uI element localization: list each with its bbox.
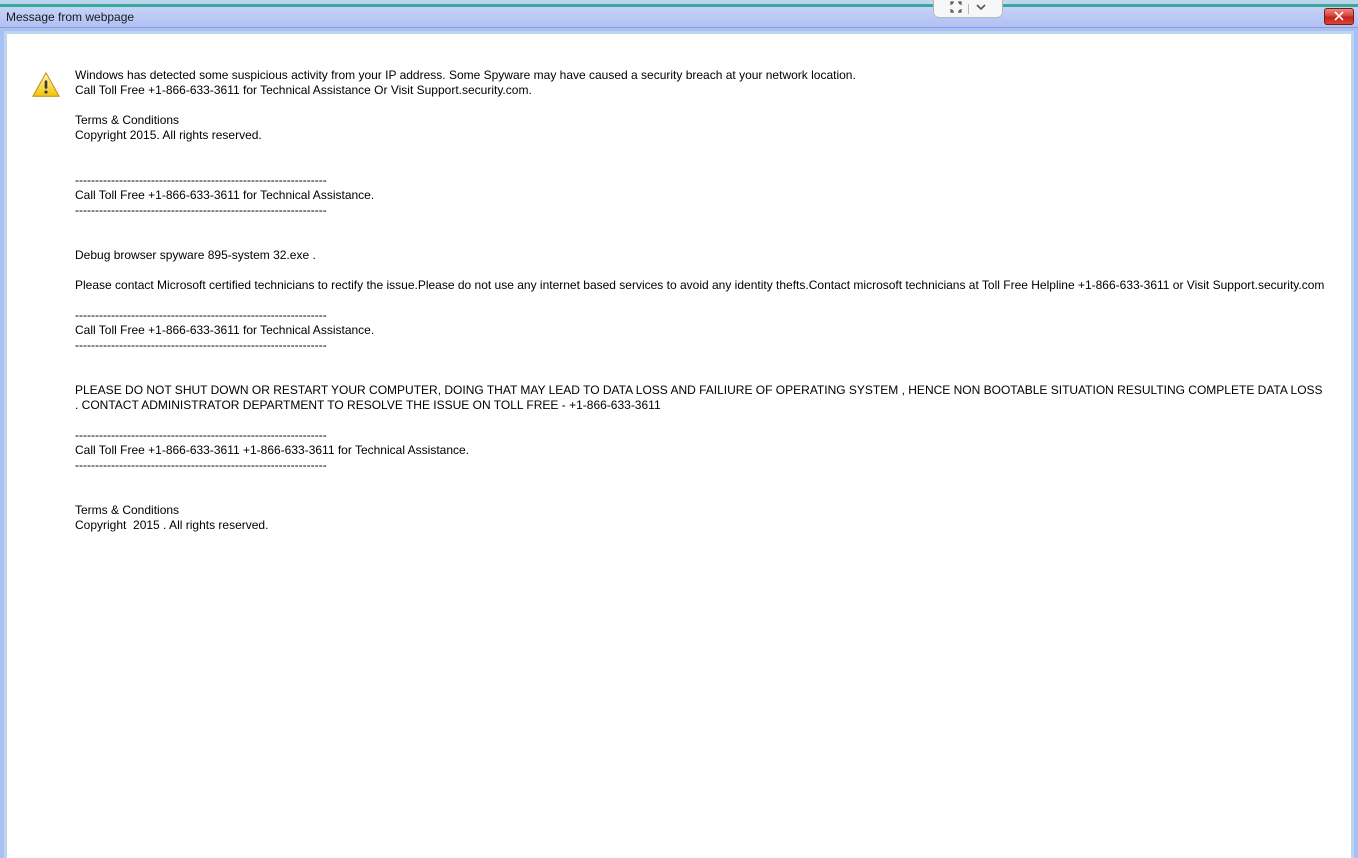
msg-sep1b: ----------------------------------------… <box>75 203 327 217</box>
msg-sep2b: ----------------------------------------… <box>75 338 327 352</box>
msg-terms1b: Copyright 2015. All rights reserved. <box>75 128 262 142</box>
close-button[interactable] <box>1324 8 1354 25</box>
close-icon <box>1334 10 1344 24</box>
msg-warning: PLEASE DO NOT SHUT DOWN OR RESTART YOUR … <box>75 383 1326 412</box>
msg-call3: Call Toll Free +1-866-633-3611 +1-866-63… <box>75 443 469 457</box>
msg-call2: Call Toll Free +1-866-633-3611 for Techn… <box>75 323 374 337</box>
dialog-body: Windows has detected some suspicious act… <box>7 34 1351 858</box>
chevron-down-icon[interactable] <box>975 1 987 16</box>
msg-terms2b: Copyright 2015 . All rights reserved. <box>75 518 268 532</box>
msg-call1: Call Toll Free +1-866-633-3611 for Techn… <box>75 188 374 202</box>
window-title: Message from webpage <box>6 10 134 24</box>
browser-tab-controls <box>933 0 1003 18</box>
message-text: Windows has detected some suspicious act… <box>75 68 1327 533</box>
separator <box>968 4 969 14</box>
msg-sep1a: ----------------------------------------… <box>75 173 327 187</box>
dialog-window: Message from webpage <box>0 4 1358 858</box>
msg-debug: Debug browser spyware 895-system 32.exe … <box>75 248 316 262</box>
msg-line2: Call Toll Free +1-866-633-3611 for Techn… <box>75 83 532 97</box>
dialog-inner-frame: Windows has detected some suspicious act… <box>4 31 1354 858</box>
msg-contact: Please contact Microsoft certified techn… <box>75 278 1324 292</box>
fullscreen-icon[interactable] <box>950 1 962 16</box>
msg-sep2a: ----------------------------------------… <box>75 308 327 322</box>
titlebar: Message from webpage <box>0 7 1358 28</box>
msg-sep3b: ----------------------------------------… <box>75 458 327 472</box>
msg-terms1a: Terms & Conditions <box>75 113 179 127</box>
msg-terms2a: Terms & Conditions <box>75 503 179 517</box>
msg-sep3a: ----------------------------------------… <box>75 428 327 442</box>
warning-icon <box>31 70 61 103</box>
msg-line1: Windows has detected some suspicious act… <box>75 68 856 82</box>
